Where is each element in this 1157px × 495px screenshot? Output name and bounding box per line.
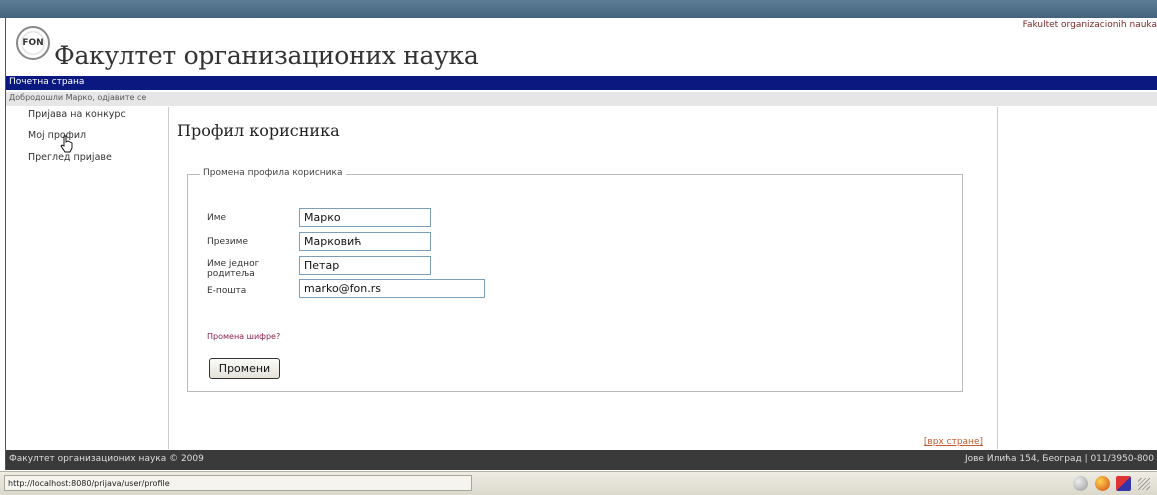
back-to-top-link[interactable]: [врх стране]	[924, 437, 983, 447]
firefox-icon	[1095, 476, 1110, 491]
sidebar-item-application[interactable]: Пријава на конкурс	[28, 109, 126, 120]
email-label: Е-пошта	[207, 286, 247, 296]
site-footer: Факултет организационих наука © 2009 Јов…	[6, 450, 1157, 470]
sidebar-item-my-profile[interactable]: Мој профил	[28, 130, 86, 141]
site-name-latin: Fakultet organizacionih nauka	[1022, 20, 1157, 30]
welcome-bar: Добродошли Марко, одјавите се	[6, 92, 1157, 106]
last-name-input[interactable]	[299, 232, 431, 251]
addon-icon	[1116, 476, 1131, 491]
hand-cursor-icon	[60, 135, 73, 153]
sidebar-item-view-application[interactable]: Преглед пријаве	[28, 152, 112, 163]
profile-form-fieldset: Промена профила корисника Име Презиме Им…	[187, 168, 963, 392]
browser-status-bar: http://localhost:8080/prijava/user/profi…	[0, 471, 1157, 495]
change-password-link[interactable]: Промена шифре?	[207, 332, 280, 341]
window-top-bar	[0, 0, 1157, 18]
site-title: Факултет организационих наука	[54, 41, 479, 70]
first-name-input[interactable]	[299, 208, 431, 227]
fon-logo-icon: FON	[16, 26, 50, 60]
nav-home-link[interactable]: Почетна страна	[9, 77, 84, 87]
status-url: http://localhost:8080/prijava/user/profi…	[4, 475, 472, 491]
footer-copyright: Факултет организационих наука © 2009	[9, 454, 204, 464]
page-frame: FON Факултет организационих наука Fakult…	[5, 18, 1157, 470]
last-name-label: Презиме	[207, 237, 248, 247]
parent-name-label: Име једног родитеља	[207, 259, 260, 279]
form-legend: Промена профила корисника	[200, 168, 346, 178]
main-content: Профил корисника Промена профила корисни…	[168, 107, 998, 449]
change-profile-button[interactable]: Промени	[209, 358, 280, 379]
page-title: Профил корисника	[177, 121, 340, 140]
footer-address: Јове Илића 154, Београд | 011/3950-800	[964, 454, 1154, 464]
parent-name-input[interactable]	[299, 256, 431, 275]
status-globe-icon	[1073, 476, 1088, 491]
logo-text: FON	[22, 38, 44, 48]
first-name-label: Име	[207, 213, 227, 223]
site-header: FON Факултет организационих наука Fakult…	[6, 18, 1157, 76]
resize-grip-icon[interactable]	[1138, 478, 1150, 490]
welcome-text[interactable]: Добродошли Марко, одјавите се	[9, 93, 146, 102]
main-navbar: Почетна страна	[6, 76, 1157, 90]
email-input[interactable]	[299, 279, 485, 298]
